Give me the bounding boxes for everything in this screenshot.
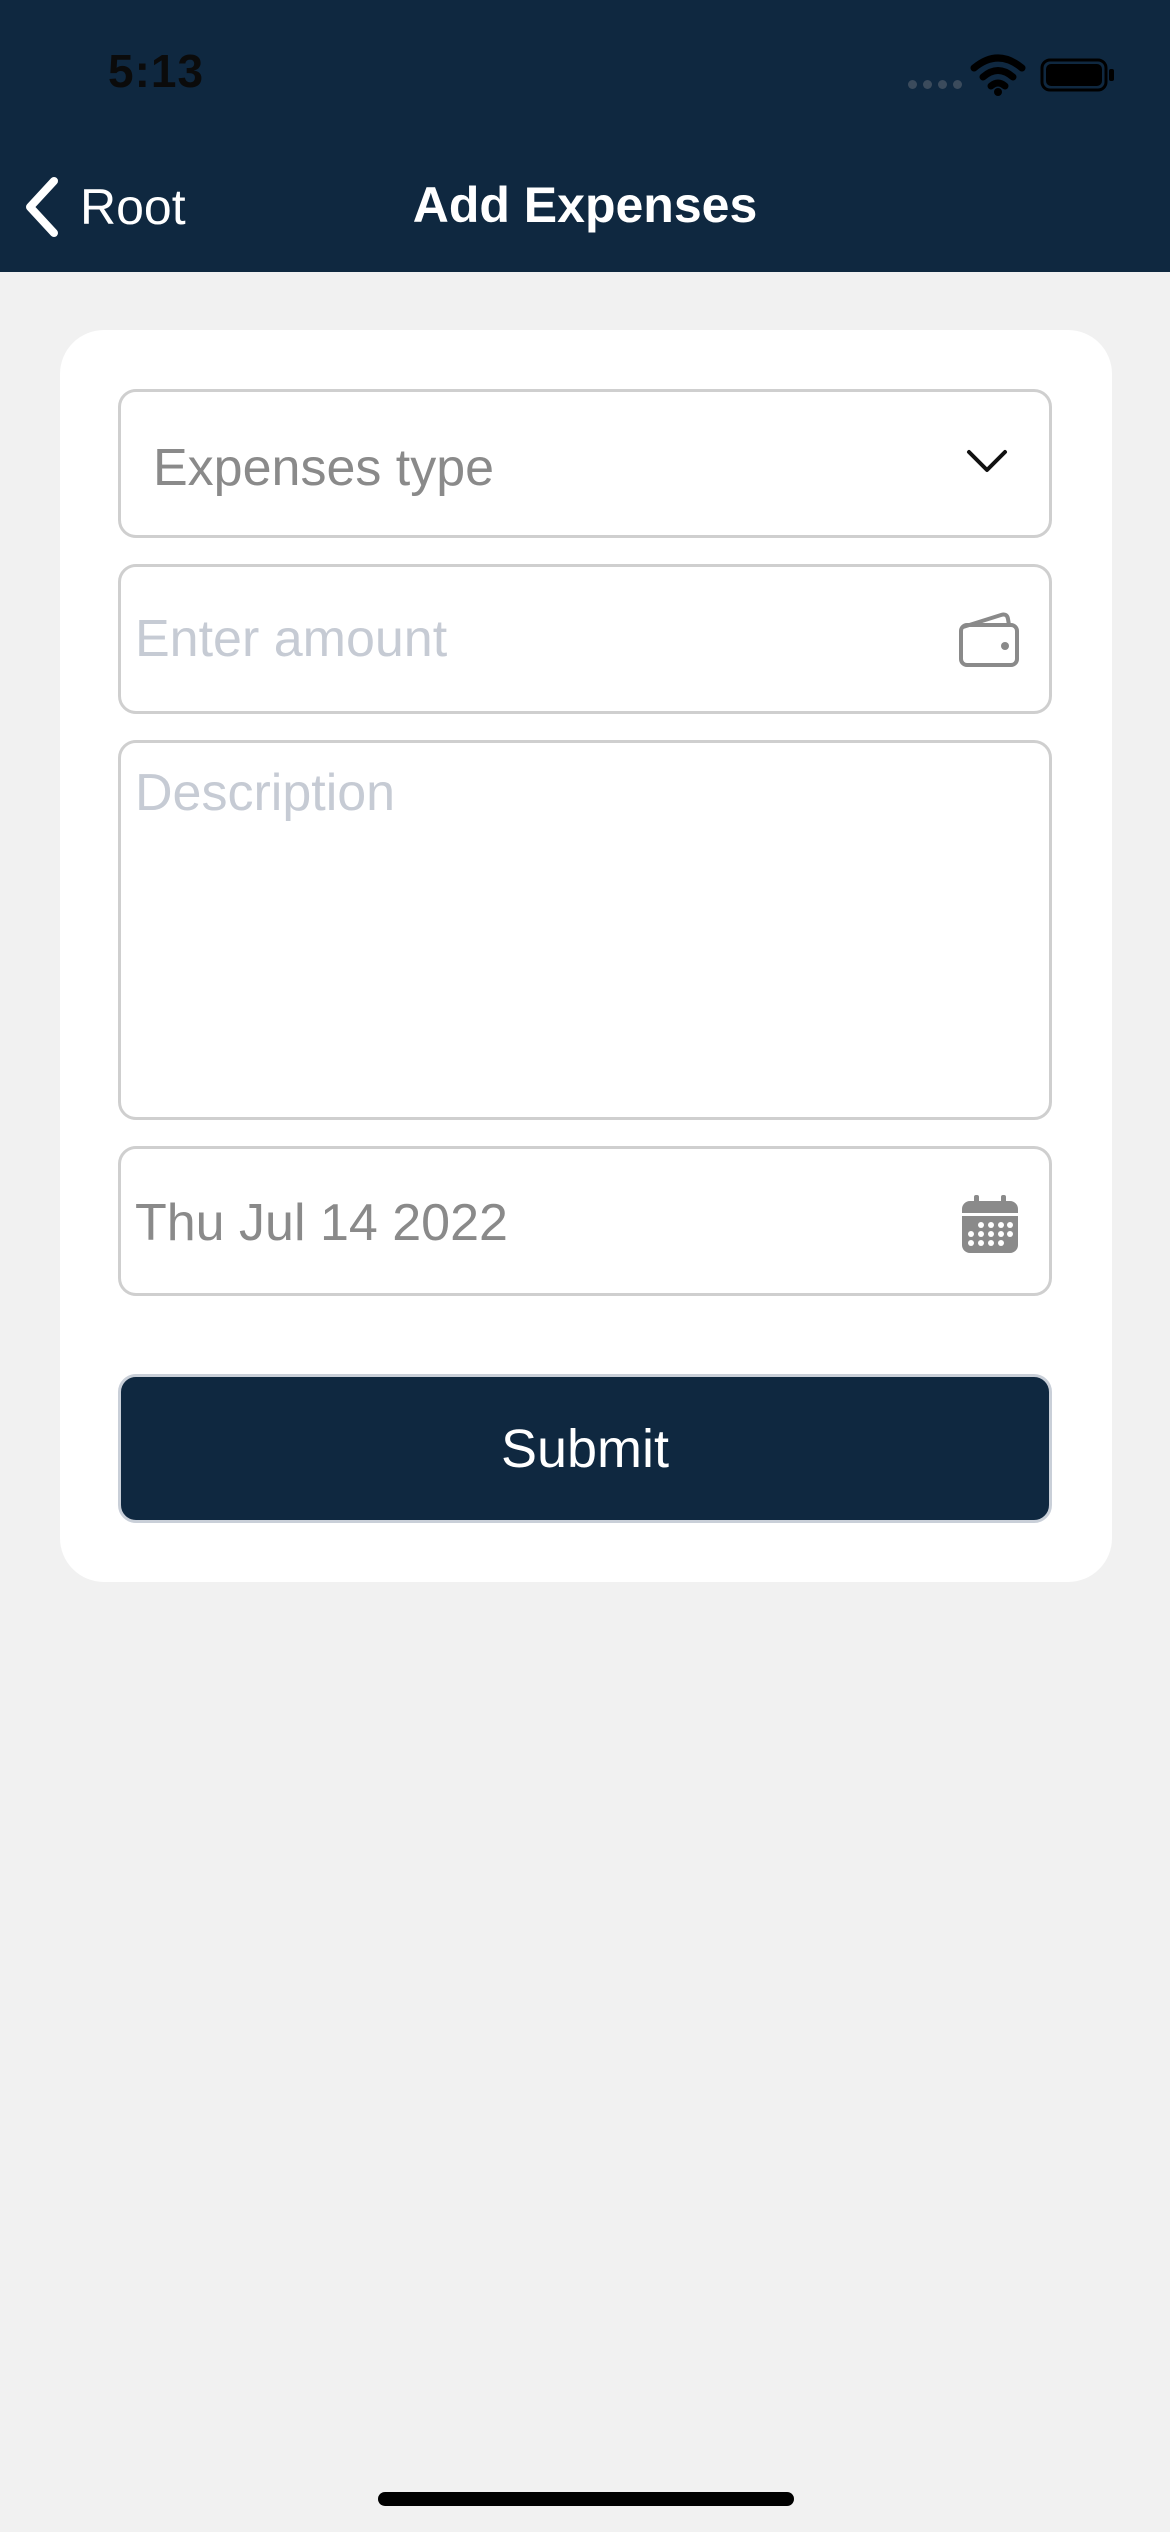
description-input[interactable] bbox=[135, 763, 1025, 1093]
calendar-icon bbox=[962, 1195, 1018, 1253]
page-title: Add Expenses bbox=[412, 177, 758, 233]
cellular-signal-icon bbox=[908, 80, 962, 89]
status-time: 5:13 bbox=[108, 45, 205, 97]
date-value: Thu Jul 14 2022 bbox=[135, 1194, 508, 1252]
expense-type-select[interactable]: Expenses type bbox=[118, 389, 1052, 538]
expense-type-placeholder: Expenses type bbox=[153, 439, 495, 497]
date-picker[interactable]: Thu Jul 14 2022 bbox=[118, 1146, 1052, 1296]
home-indicator[interactable] bbox=[378, 2492, 794, 2506]
description-field bbox=[118, 740, 1052, 1120]
header-bar: 5:13 Root Add Expenses bbox=[0, 0, 1170, 272]
submit-button[interactable]: Submit bbox=[118, 1374, 1052, 1523]
wallet-icon bbox=[959, 612, 1019, 667]
battery-icon bbox=[1040, 58, 1114, 92]
chevron-down-icon bbox=[967, 450, 1007, 472]
amount-field bbox=[118, 564, 1052, 714]
amount-input[interactable] bbox=[135, 567, 935, 711]
wifi-icon bbox=[970, 54, 1026, 96]
